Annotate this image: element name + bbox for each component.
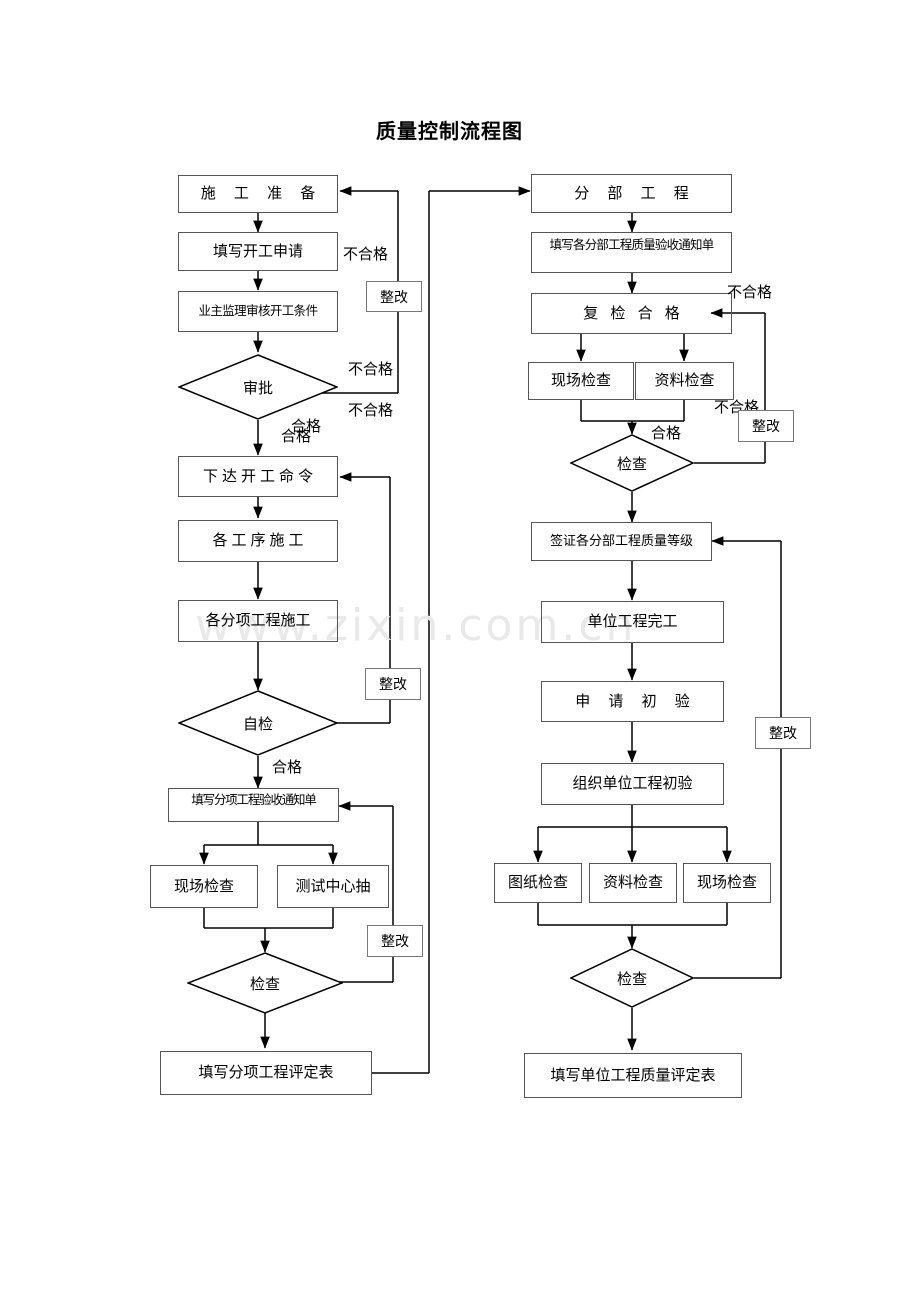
edge-label-fail-approve-2: 不合格 [348, 402, 394, 419]
edge-label-pass-check2: 合格 [651, 425, 682, 442]
node-fill-subitem-acceptance-notice[interactable]: 填写分项工程验收通知单 [168, 788, 339, 822]
decision-self-inspection-label: 自检 [242, 715, 273, 733]
node-issue-start-order[interactable]: 下达开工命令 [178, 456, 338, 497]
amend-box-approval[interactable]: 整改 [366, 281, 422, 312]
node-sign-division-quality-grade[interactable]: 签证各分部工程质量等级 [531, 522, 712, 561]
decision-self-inspection[interactable]: 自检 [178, 690, 338, 756]
node-unit-works-completion[interactable]: 单位工程完工 [541, 601, 724, 643]
node-site-inspection-unit[interactable]: 现场检查 [683, 863, 771, 903]
node-apply-preliminary-acceptance[interactable]: 申 请 初 验 [541, 681, 724, 722]
edge-label-pass-approve-2: 合格 [281, 428, 312, 445]
node-fill-subitem-evaluation-form[interactable]: 填写分项工程评定表 [160, 1051, 372, 1095]
node-recheck-qualified[interactable]: 复 检 合 格 [531, 293, 732, 334]
node-data-inspection-unit[interactable]: 资料检查 [589, 863, 677, 903]
amend-box-inspection-left[interactable]: 整改 [367, 925, 423, 957]
node-drawing-inspection[interactable]: 图纸检查 [494, 863, 582, 903]
node-division-works[interactable]: 分 部 工 程 [531, 174, 732, 213]
node-each-process-construction[interactable]: 各工序施工 [178, 520, 338, 562]
connector-layer [199, 186, 782, 1074]
page-title: 质量控制流程图 [376, 121, 523, 143]
amend-box-recheck[interactable]: 整改 [738, 410, 794, 442]
node-site-inspection-left[interactable]: 现场检查 [150, 865, 258, 908]
decision-inspection-unit[interactable]: 检查 [570, 948, 694, 1008]
decision-inspection-left-label: 检查 [249, 975, 280, 993]
edge-label-fail-recheck: 不合格 [727, 284, 773, 301]
node-test-center-sampling[interactable]: 测试中心抽 [277, 865, 389, 908]
edge-label-fail-approve-1: 不合格 [348, 361, 394, 378]
node-fill-start-application[interactable]: 填写开工申请 [178, 232, 338, 271]
edge-label-fail-top: 不合格 [343, 246, 389, 263]
node-data-inspection-right[interactable]: 资料检查 [635, 362, 734, 400]
amend-box-self-inspection[interactable]: 整改 [365, 668, 421, 700]
decision-approval[interactable]: 审批 [178, 354, 338, 420]
node-organize-unit-preliminary-acceptance[interactable]: 组织单位工程初验 [541, 763, 724, 805]
decision-inspection-left[interactable]: 检查 [187, 952, 343, 1014]
node-each-subitem-construction[interactable]: 各分项工程施工 [178, 600, 338, 642]
flowchart-canvas: 质量控制流程图 www.zixin.com.cn 施 工 准 备 填写开工申请 … [0, 0, 920, 1302]
decision-inspection-unit-label: 检查 [616, 970, 647, 988]
node-fill-unit-quality-evaluation-form[interactable]: 填写单位工程质量评定表 [524, 1053, 742, 1098]
amend-box-unit-inspection[interactable]: 整改 [755, 717, 811, 749]
node-site-inspection-right[interactable]: 现场检查 [528, 362, 634, 400]
decision-inspection-division-label: 检查 [616, 455, 647, 473]
node-fill-division-quality-acceptance-notice[interactable]: 填写各分部工程质量验收通知单 [531, 232, 732, 273]
node-owner-supervisor-review[interactable]: 业主监理审核开工条件 [178, 291, 338, 332]
decision-approval-label: 审批 [242, 379, 273, 397]
edge-label-pass-self: 合格 [272, 759, 303, 776]
node-construction-preparation[interactable]: 施 工 准 备 [178, 175, 338, 213]
